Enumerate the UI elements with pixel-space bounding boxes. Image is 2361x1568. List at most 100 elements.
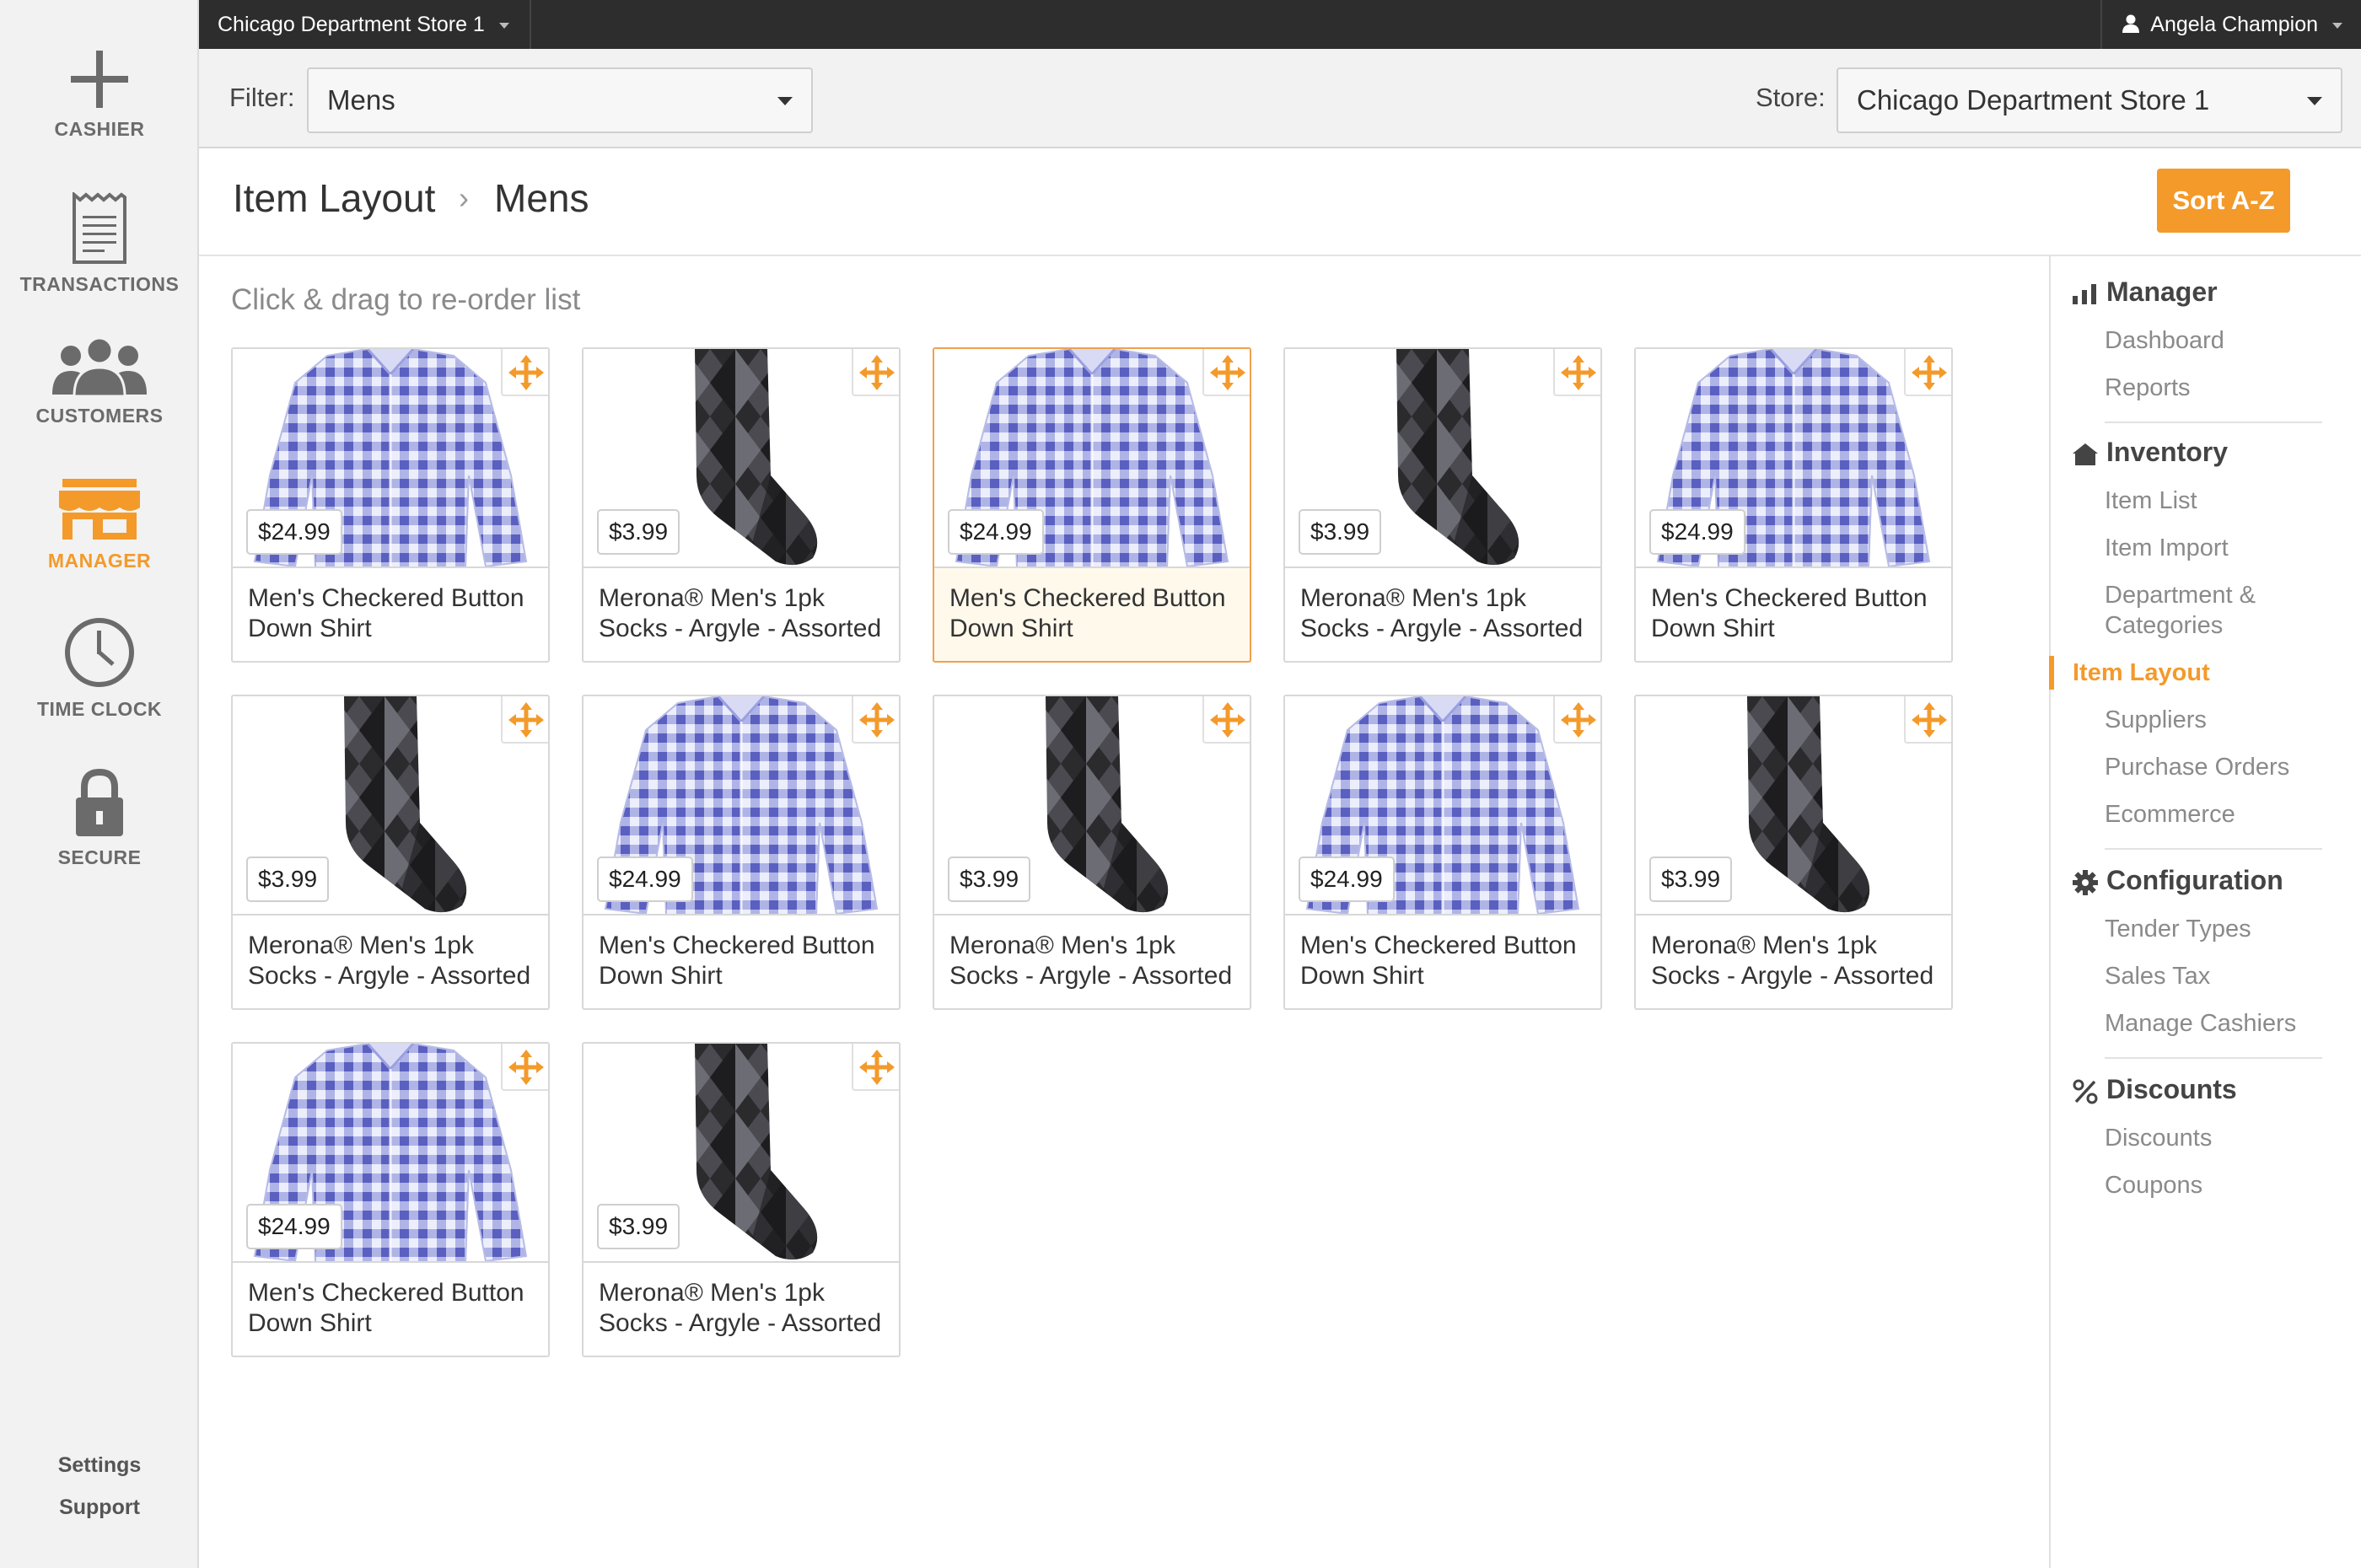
item-card[interactable]: $24.99 Men's Checkered Button Down Shirt	[933, 347, 1251, 663]
item-card[interactable]: $24.99 Men's Checkered Button Down Shirt	[1634, 347, 1953, 663]
store-switcher[interactable]: Chicago Department Store 1	[199, 0, 531, 49]
sidebar-section-inventory-title: Inventory	[2106, 437, 2229, 467]
nav-manager-label: MANAGER	[47, 550, 152, 572]
move-icon	[1210, 355, 1245, 390]
sidebar-item-dashboard[interactable]: Dashboard	[2105, 325, 2224, 356]
item-card[interactable]: $3.99 Merona® Men's 1pk Socks - Argyle - …	[231, 695, 550, 1010]
drag-handle[interactable]	[1202, 696, 1250, 744]
item-card[interactable]: $24.99 Men's Checkered Button Down Shirt	[231, 347, 550, 663]
item-card[interactable]: $3.99 Merona® Men's 1pk Socks - Argyle - …	[1283, 347, 1602, 663]
move-icon	[508, 1050, 544, 1085]
item-card[interactable]: $3.99 Merona® Men's 1pk Socks - Argyle - …	[1634, 695, 1953, 1010]
item-price: $3.99	[948, 856, 1031, 902]
drag-handle[interactable]	[501, 1044, 548, 1091]
top-bar: Chicago Department Store 1 Angela Champi…	[199, 0, 2361, 49]
filter-select[interactable]: Mens	[307, 67, 813, 133]
item-card[interactable]: $3.99 Merona® Men's 1pk Socks - Argyle - …	[582, 347, 901, 663]
move-icon	[859, 702, 895, 738]
nav-timeclock[interactable]: TIME CLOCK	[0, 615, 199, 721]
drag-handle[interactable]	[852, 696, 899, 744]
drag-handle[interactable]	[501, 696, 548, 744]
sidebar-item-discounts[interactable]: Discounts	[2105, 1123, 2212, 1153]
sidebar-item-coupons[interactable]: Coupons	[2105, 1170, 2202, 1200]
left-nav: CASHIER TRANSACTIONS CUSTOMERS MANAGER T…	[0, 0, 199, 1568]
nav-cashier[interactable]: CASHIER	[0, 49, 199, 141]
item-price: $24.99	[246, 1204, 342, 1249]
active-indicator	[2049, 656, 2054, 690]
chevron-down-icon	[2307, 97, 2322, 105]
settings-link[interactable]: Settings	[0, 1453, 199, 1478]
sidebar-item-sales-tax[interactable]: Sales Tax	[2105, 961, 2210, 991]
drag-handle[interactable]	[852, 349, 899, 396]
sidebar-item-item-list[interactable]: Item List	[2105, 486, 2197, 516]
store-select[interactable]: Chicago Department Store 1	[1837, 67, 2342, 133]
nav-secure[interactable]: SECURE	[0, 769, 199, 869]
sidebar-divider	[2105, 1057, 2322, 1059]
item-price: $24.99	[246, 509, 342, 555]
sidebar-divider	[2105, 848, 2322, 850]
item-name: Merona® Men's 1pk Socks - Argyle - Assor…	[248, 932, 531, 990]
drag-handle[interactable]	[1202, 349, 1250, 396]
user-name: Angela Champion	[2150, 13, 2319, 36]
sidebar-item-tender-types[interactable]: Tender Types	[2105, 914, 2251, 944]
move-icon	[859, 1050, 895, 1085]
nav-manager[interactable]: MANAGER	[0, 477, 199, 572]
store-select-value: Chicago Department Store 1	[1857, 84, 2210, 115]
item-card[interactable]: $24.99 Men's Checkered Button Down Shirt	[1283, 695, 1602, 1010]
item-price: $3.99	[597, 1204, 680, 1249]
chevron-down-icon	[777, 97, 793, 105]
nav-customers[interactable]: CUSTOMERS	[0, 337, 199, 427]
move-icon	[859, 355, 895, 390]
nav-secure-label: SECURE	[57, 846, 142, 868]
drag-handle[interactable]	[501, 349, 548, 396]
item-name: Merona® Men's 1pk Socks - Argyle - Assor…	[1300, 584, 1584, 642]
item-price: $3.99	[1649, 856, 1733, 902]
item-price: $24.99	[948, 509, 1044, 555]
receipt-icon	[73, 192, 126, 264]
sidebar-section-inventory: Inventory	[2073, 437, 2228, 468]
drag-handle[interactable]	[852, 1044, 899, 1091]
item-name: Men's Checkered Button Down Shirt	[1651, 584, 1928, 642]
item-name: Merona® Men's 1pk Socks - Argyle - Assor…	[599, 584, 882, 642]
item-price: $3.99	[1299, 509, 1382, 555]
sidebar-section-discounts-title: Discounts	[2106, 1074, 2237, 1104]
item-card[interactable]: $24.99 Men's Checkered Button Down Shirt	[582, 695, 901, 1010]
filter-label: Filter:	[229, 83, 295, 112]
chevron-down-icon	[498, 22, 509, 29]
item-name: Men's Checkered Button Down Shirt	[248, 584, 524, 642]
item-name: Merona® Men's 1pk Socks - Argyle - Assor…	[599, 1279, 882, 1337]
item-price: $3.99	[597, 509, 680, 555]
sidebar-item-departments-categories[interactable]: Department & Categories	[2105, 580, 2307, 641]
sidebar-item-purchase-orders[interactable]: Purchase Orders	[2105, 752, 2289, 782]
home-icon	[2073, 443, 2098, 465]
support-link[interactable]: Support	[0, 1496, 199, 1520]
sidebar-item-item-layout[interactable]: Item Layout	[2073, 658, 2210, 688]
nav-transactions[interactable]: TRANSACTIONS	[0, 192, 199, 296]
item-card[interactable]: $3.99 Merona® Men's 1pk Socks - Argyle - …	[582, 1042, 901, 1357]
item-name: Men's Checkered Button Down Shirt	[949, 584, 1226, 642]
user-icon	[2122, 14, 2139, 33]
item-card[interactable]: $3.99 Merona® Men's 1pk Socks - Argyle - …	[933, 695, 1251, 1010]
drag-handle[interactable]	[1904, 696, 1951, 744]
drag-handle[interactable]	[1553, 349, 1600, 396]
sidebar-section-manager-title: Manager	[2106, 277, 2218, 307]
percent-icon	[2073, 1079, 2098, 1104]
item-card[interactable]: $24.99 Men's Checkered Button Down Shirt	[231, 1042, 550, 1357]
reorder-instructions: Click & drag to re-order list	[231, 283, 581, 316]
filter-bar: Filter: Mens Store: Chicago Department S…	[199, 49, 2361, 148]
sidebar-item-suppliers[interactable]: Suppliers	[2105, 705, 2207, 735]
breadcrumb-item-layout[interactable]: Item Layout	[233, 175, 435, 221]
nav-customers-label: CUSTOMERS	[35, 405, 164, 427]
sidebar-item-manage-cashiers[interactable]: Manage Cashiers	[2105, 1008, 2296, 1039]
sort-az-button[interactable]: Sort A-Z	[2157, 169, 2290, 233]
sidebar-item-item-import[interactable]: Item Import	[2105, 533, 2229, 563]
move-icon	[508, 355, 544, 390]
drag-handle[interactable]	[1553, 696, 1600, 744]
sidebar-item-ecommerce[interactable]: Ecommerce	[2105, 799, 2235, 830]
drag-handle[interactable]	[1904, 349, 1951, 396]
page-title: Mens	[494, 176, 589, 220]
item-name: Merona® Men's 1pk Socks - Argyle - Assor…	[1651, 932, 1934, 990]
sidebar-item-reports[interactable]: Reports	[2105, 373, 2191, 403]
bar-chart-icon	[2073, 283, 2096, 304]
user-menu[interactable]: Angela Champion	[2100, 0, 2361, 49]
